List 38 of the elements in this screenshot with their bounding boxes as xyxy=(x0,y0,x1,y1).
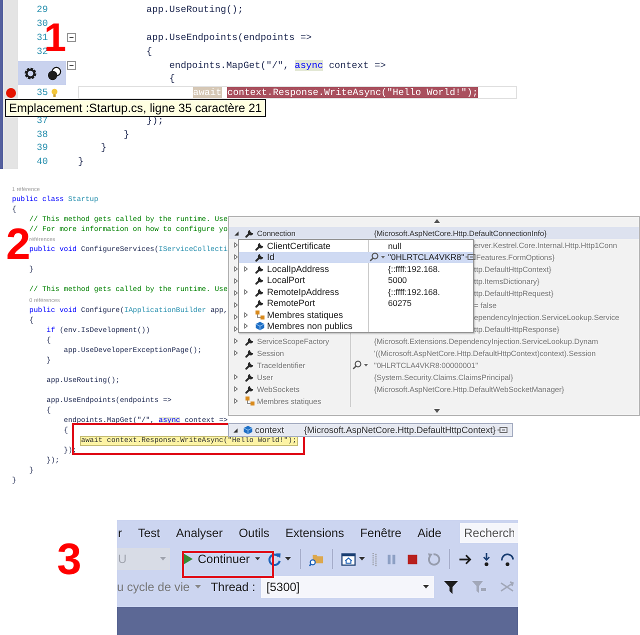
code-line: { xyxy=(145,46,152,57)
tooltip: Emplacement :Startup.cs, ligne 35 caractère 21 xyxy=(5,99,266,117)
property-value: null xyxy=(388,240,402,251)
property-name: RemoteIpAddress xyxy=(267,286,340,297)
code-line: { xyxy=(168,73,175,84)
property-name: LocalPort xyxy=(267,275,306,286)
property-name: Membres non publics xyxy=(267,321,353,332)
code-line: } xyxy=(78,156,84,168)
property-name: Id xyxy=(267,252,275,262)
code-line: endpoints.MapGet("/", async context => xyxy=(168,60,386,71)
line-number: 31 xyxy=(36,32,48,43)
property-value: "0HLRTCLA4VKR8" xyxy=(388,252,464,262)
line-number: 32 xyxy=(36,46,48,57)
property-value: 60275 xyxy=(388,298,412,308)
property-name: context xyxy=(255,425,284,435)
property-value: {::ffff:192.168. xyxy=(388,286,440,297)
property-value: {Microsoft.AspNetCore.Http.DefaultHttpContext} xyxy=(304,425,496,435)
line-number: 39 xyxy=(36,142,48,154)
line-number: 35 xyxy=(36,87,48,98)
line-number: 37 xyxy=(36,114,48,126)
property-name: RemotePort xyxy=(267,298,316,308)
line-number: 38 xyxy=(36,128,48,140)
code-line: await context.Response.WriteAsync("Hello World!"); xyxy=(192,87,478,98)
line-number: 40 xyxy=(36,156,48,168)
step-number: 3 xyxy=(57,538,82,582)
line-number: 30 xyxy=(36,18,48,30)
code-line: app.UseEndpoints(endpoints => xyxy=(145,32,312,43)
property-name: LocalIpAddress xyxy=(267,264,330,274)
thread-label: Thread : xyxy=(210,580,256,594)
step-number: 2 xyxy=(6,223,30,267)
code-line: app.UseRouting(); xyxy=(145,4,244,16)
property-value: {::ffff:192.168. xyxy=(388,264,440,274)
line-number: 29 xyxy=(36,4,48,16)
code-line: } xyxy=(122,128,130,140)
code-line: } xyxy=(100,142,107,154)
property-name: Membres statiques xyxy=(267,310,344,320)
property-value: 5000 xyxy=(388,275,407,286)
property-name: ClientCertificate xyxy=(267,240,331,251)
